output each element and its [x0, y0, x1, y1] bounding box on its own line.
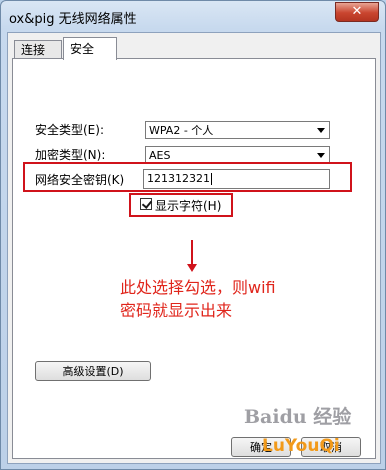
annotation-text: 此处选择勾选，则wifi 密码就显示出来 [120, 276, 320, 322]
chevron-down-icon [317, 153, 325, 158]
close-button[interactable]: ✕ [335, 2, 379, 22]
tab-connection[interactable]: 连接 [14, 40, 62, 59]
security-type-value: WPA2 - 个人 [149, 124, 214, 137]
ok-button[interactable]: 确定 [231, 437, 291, 457]
title-bar[interactable]: ox&pig 无线网络属性 ✕ [1, 1, 385, 31]
tab-security[interactable]: 安全 [63, 37, 117, 60]
security-type-select[interactable]: WPA2 - 个人 [145, 121, 330, 139]
dialog-client-area: 连接 安全 安全类型(E): WPA2 - 个人 加密类型(N): AES 网络… [7, 32, 381, 464]
annotation-line-2: 密码就显示出来 [120, 301, 233, 320]
network-key-label: 网络安全密钥(K) [35, 173, 125, 187]
advanced-settings-button[interactable]: 高级设置(D) [35, 361, 151, 381]
security-tab-panel: 安全类型(E): WPA2 - 个人 加密类型(N): AES 网络安全密钥(K… [12, 58, 376, 459]
show-characters-label[interactable]: 显示字符(H) [155, 197, 221, 214]
chevron-down-icon [317, 128, 325, 133]
network-key-input[interactable]: 121312321 [143, 169, 330, 189]
annotation-arrow-shaft [191, 240, 193, 267]
down-arrow-icon [187, 264, 197, 272]
encryption-type-value: AES [149, 149, 171, 162]
dialog-window: ox&pig 无线网络属性 ✕ 连接 安全 安全类型(E): WPA2 - 个人… [0, 0, 386, 470]
cancel-button[interactable]: 取消 [301, 437, 361, 457]
network-key-value: 121312321 [147, 172, 210, 185]
text-caret [211, 173, 212, 185]
checkmark-icon [141, 198, 153, 209]
security-type-label: 安全类型(E): [35, 123, 104, 137]
window-title: ox&pig 无线网络属性 [9, 12, 137, 27]
show-characters-checkbox[interactable] [140, 198, 153, 210]
encryption-type-label: 加密类型(N): [35, 148, 106, 162]
annotation-line-1: 此处选择勾选，则wifi [120, 278, 276, 297]
close-icon: ✕ [351, 4, 363, 19]
